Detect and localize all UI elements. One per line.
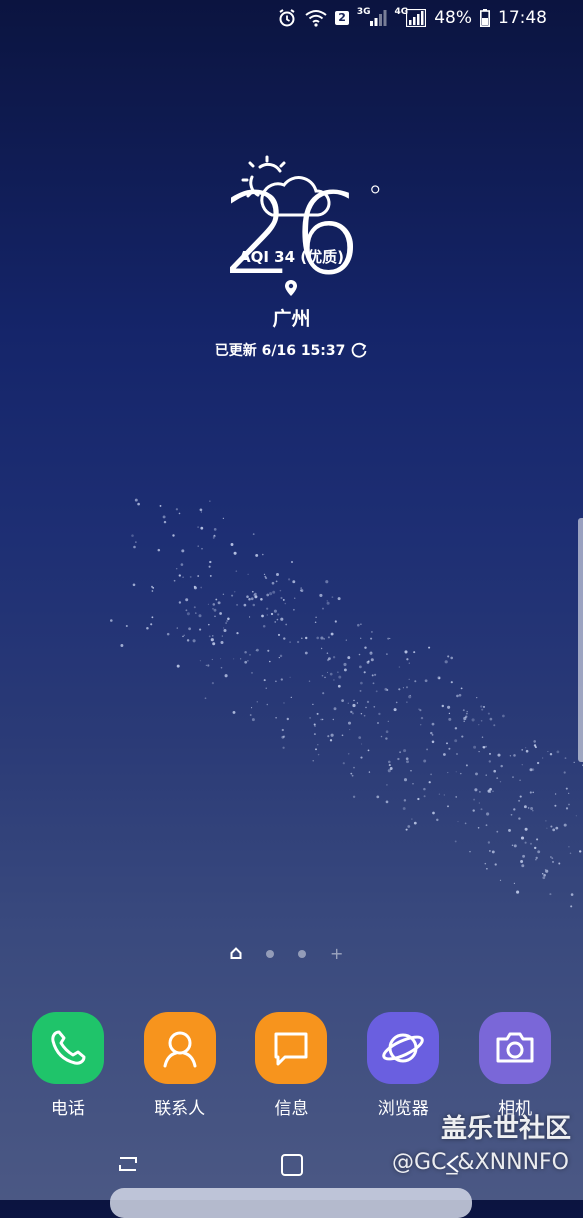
location-pin-icon (283, 279, 299, 301)
cell-signal-2-icon: 4G (394, 7, 427, 27)
watermark: 盖乐世社区 (440, 1114, 571, 1144)
temperature-unit: ° (367, 180, 383, 215)
app-messages[interactable]: 信息 (241, 1012, 341, 1119)
app-contacts[interactable]: 联系人 (130, 1012, 230, 1119)
recent-apps-icon[interactable] (116, 1152, 140, 1180)
add-page-icon[interactable]: + (330, 945, 343, 961)
battery-percent: 48% (434, 8, 472, 28)
page-dot[interactable] (266, 949, 274, 958)
page-dot[interactable] (298, 949, 306, 958)
app-label: 电话 (50, 1099, 85, 1119)
home-page-icon[interactable] (230, 944, 242, 963)
phone-icon[interactable] (31, 1012, 104, 1084)
status-bar: 2 3G 4G 48% 17:48 (277, 6, 547, 30)
app-label: 联系人 (154, 1099, 206, 1119)
app-label: 浏览器 (377, 1099, 429, 1119)
navigation-bar (0, 1148, 583, 1188)
app-phone[interactable]: 电话 (18, 1012, 118, 1119)
app-label: 信息 (274, 1099, 309, 1119)
air-quality-index: AQI 34 (优质) (239, 248, 344, 266)
home-button[interactable] (279, 1152, 305, 1182)
edge-panel-handle[interactable] (578, 518, 583, 762)
bottom-sheet-handle[interactable] (110, 1188, 472, 1218)
sim-slot-badge: 2 (335, 11, 349, 25)
weather-updated-text: 已更新 6/16 15:37 (214, 343, 346, 359)
refresh-icon[interactable] (350, 342, 368, 358)
weather-city: 广州 (272, 308, 311, 330)
alarm-clock-icon (277, 8, 297, 28)
browser-icon[interactable] (367, 1012, 440, 1084)
home-page-indicator[interactable]: + (230, 944, 343, 963)
weather-updated-row: 已更新 6/16 15:37 (0, 340, 583, 360)
battery-icon (480, 9, 490, 27)
app-dock: 电话 联系人 信息 浏览器 相机 (0, 1012, 583, 1119)
camera-icon[interactable] (479, 1012, 552, 1084)
back-icon[interactable] (442, 1152, 466, 1180)
app-camera[interactable]: 相机 (465, 1012, 565, 1119)
clock-time: 17:48 (498, 8, 547, 28)
contacts-icon[interactable] (143, 1012, 216, 1084)
network-type-label-1: 3G (356, 7, 371, 17)
wifi-icon (305, 9, 327, 27)
message-icon[interactable] (255, 1012, 328, 1084)
app-browser[interactable]: 浏览器 (353, 1012, 453, 1119)
partly-cloudy-icon (238, 155, 334, 225)
network-type-label-2: 4G (394, 7, 409, 17)
cell-signal-1-icon: 3G (356, 7, 387, 26)
